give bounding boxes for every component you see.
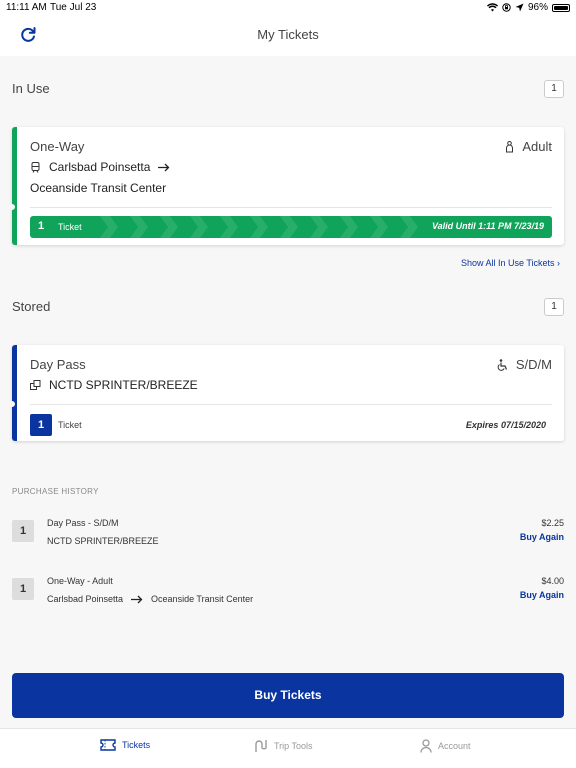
tab-tickets[interactable]: Tickets [100,739,150,751]
history-service: NCTD SPRINTER/BREEZE [47,536,159,546]
route-destination: Oceanside Transit Center [30,181,167,195]
battery-fill [554,5,568,10]
history-origin: Carlsbad Poinsetta [47,594,124,604]
ticket-accent-bar [12,127,17,245]
person-icon [420,739,432,753]
buy-again-button[interactable]: Buy Again [520,532,564,542]
in-use-ticket-card[interactable]: One-Way Adult Carlsbad Poinsetta Oceansi… [9,127,564,245]
history-item: 1 Day Pass - S/D/M NCTD SPRINTER/BREEZE … [12,516,564,560]
route-origin: Carlsbad Poinsetta [49,160,151,174]
page-title: My Tickets [257,27,319,42]
history-route: NCTD SPRINTER/BREEZE [47,536,159,546]
history-route: Carlsbad Poinsetta Oceanside Transit Cen… [47,594,253,604]
train-icon [31,161,40,173]
lock-rotation-icon [502,3,511,12]
ticket-label: Ticket [58,420,82,430]
rider-label: S/D/M [515,357,552,372]
history-product: One-Way - Adult [47,576,113,586]
ticket-icon [100,739,116,751]
ticket-notch [9,204,15,210]
history-item: 1 One-Way - Adult Carlsbad Poinsetta Oce… [12,574,564,618]
ticket-type: One-Way [30,139,85,154]
service-name: NCTD SPRINTER/BREEZE [49,378,198,392]
ticket-quantity: 1 [30,414,52,436]
tab-bar: Tickets Trip Tools Account [0,728,576,768]
status-indicators: 96% [486,2,570,13]
route-icon [255,740,267,752]
history-product: Day Pass - S/D/M [47,518,119,528]
stored-ticket-card[interactable]: Day Pass S/D/M NCTD SPRINTER/BREEZE 1 Ti… [9,345,564,441]
history-price: $4.00 [541,576,564,586]
battery-percent: 96% [527,2,548,13]
status-date: Tue Jul 23 [50,2,97,13]
rider-type: Adult [505,139,552,154]
in-use-count-badge: 1 [544,80,564,98]
tickets-content[interactable]: In Use 1 One-Way Adult Carlsbad Poinsett… [0,56,576,728]
battery-icon [552,3,570,12]
person-icon [506,140,514,152]
stored-ticket-row: 1 Ticket Expires 07/15/2020 [30,414,552,436]
tab-label: Account [438,741,471,751]
purchase-history-title: PURCHASE HISTORY [12,487,99,496]
tab-label: Tickets [122,740,151,750]
ticket-divider [30,404,552,405]
history-quantity: 1 [12,578,34,600]
stored-count-badge: 1 [544,298,564,316]
ticket-expiry: Expires 07/15/2020 [465,420,546,430]
history-price: $2.25 [541,518,564,528]
tab-account[interactable]: Account [420,739,471,753]
rider-label: Adult [522,139,552,154]
wheelchair-icon [497,358,507,371]
show-all-in-use-link[interactable]: Show All In Use Tickets › [461,258,560,268]
wifi-icon [486,3,498,12]
ticket-quantity: 1 [38,220,45,232]
in-use-ticket-bar[interactable]: 1 Ticket Valid Until 1:11 PM 7/23/19 [30,216,552,238]
nav-header: My Tickets [0,16,576,56]
ticket-notch [9,401,15,407]
status-time: 11:11 AM [6,2,47,13]
buy-again-button[interactable]: Buy Again [520,590,564,600]
ticket-validity: Valid Until 1:11 PM 7/23/19 [431,221,544,231]
history-quantity: 1 [12,520,34,542]
arrow-right-icon [158,163,170,171]
stored-section-title: Stored [12,299,51,314]
in-use-section-title: In Use [12,81,50,96]
buy-tickets-button[interactable]: Buy Tickets [12,673,564,718]
tab-trip-tools[interactable]: Trip Tools [254,739,313,753]
history-destination: Oceanside Transit Center [151,594,254,604]
multi-ride-icon [30,379,41,390]
rider-type: S/D/M [497,357,552,372]
ticket-type: Day Pass [30,357,86,372]
location-arrow-icon [515,3,524,12]
ticket-service: NCTD SPRINTER/BREEZE [30,378,198,392]
ticket-divider [30,207,552,208]
ticket-route: Carlsbad Poinsetta [30,160,170,174]
ticket-label: Ticket [58,222,82,232]
arrow-right-icon [131,595,143,603]
tab-label: Trip Tools [274,741,313,751]
status-bar: 11:11 AM Tue Jul 23 96% [0,0,576,16]
ticket-accent-bar [12,345,17,441]
